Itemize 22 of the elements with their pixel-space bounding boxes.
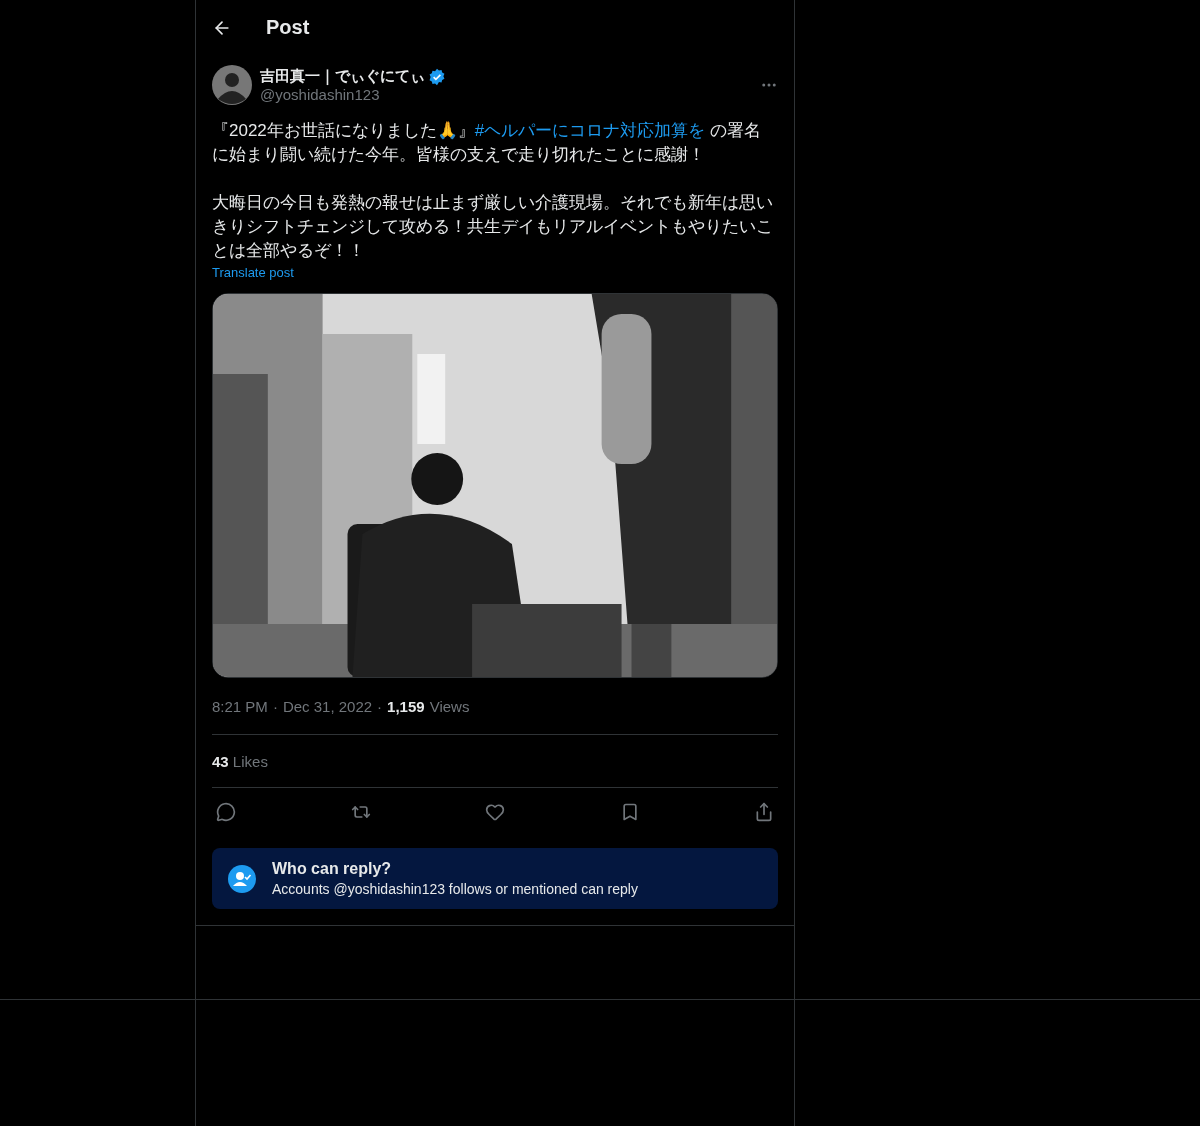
translate-link[interactable]: Translate post xyxy=(212,265,294,280)
page-title: Post xyxy=(266,16,310,39)
share-icon[interactable] xyxy=(754,802,774,822)
heart-icon[interactable] xyxy=(485,802,505,822)
post-text: 『2022年お世話になりました🙏』#ヘルパーにコロナ対応加算を の署名に始まり闘い続けた今年。皆様の支えで走り切れたことに感謝！ xyxy=(212,120,763,166)
post-text: 大晦日の今日も発熱の報せは止まず厳しい介護現場。それでも新年は思いきりシフトチェンジして攻める！共生デイもリアルイベントもやりたいことは全部やるぞ！！ xyxy=(212,192,774,262)
dot-separator: · xyxy=(272,697,278,715)
post-date[interactable]: Dec 31, 2022 xyxy=(282,697,373,715)
notice-title: Who can reply? xyxy=(272,860,393,878)
author-name[interactable]: 吉田真一｜でぃぐにてぃ xyxy=(260,67,425,86)
avatar[interactable] xyxy=(212,65,252,105)
views-count: 1,159 xyxy=(387,697,425,715)
author-handle[interactable]: @yoshidashin123 xyxy=(260,86,752,103)
dot-separator: · xyxy=(377,697,383,715)
post-time[interactable]: 8:21 PM xyxy=(212,697,268,715)
reply-icon[interactable] xyxy=(216,802,236,822)
likes-label[interactable]: Likes xyxy=(232,752,268,770)
hashtag-link[interactable]: #ヘルパーにコロナ対応加算を xyxy=(474,121,706,140)
notice-text: Accounts @yoshidashin123 follows or mentioned can reply xyxy=(272,881,638,897)
user-check-icon xyxy=(228,864,256,893)
likes-count[interactable]: 43 xyxy=(212,752,229,770)
views-label: Views xyxy=(429,697,470,715)
